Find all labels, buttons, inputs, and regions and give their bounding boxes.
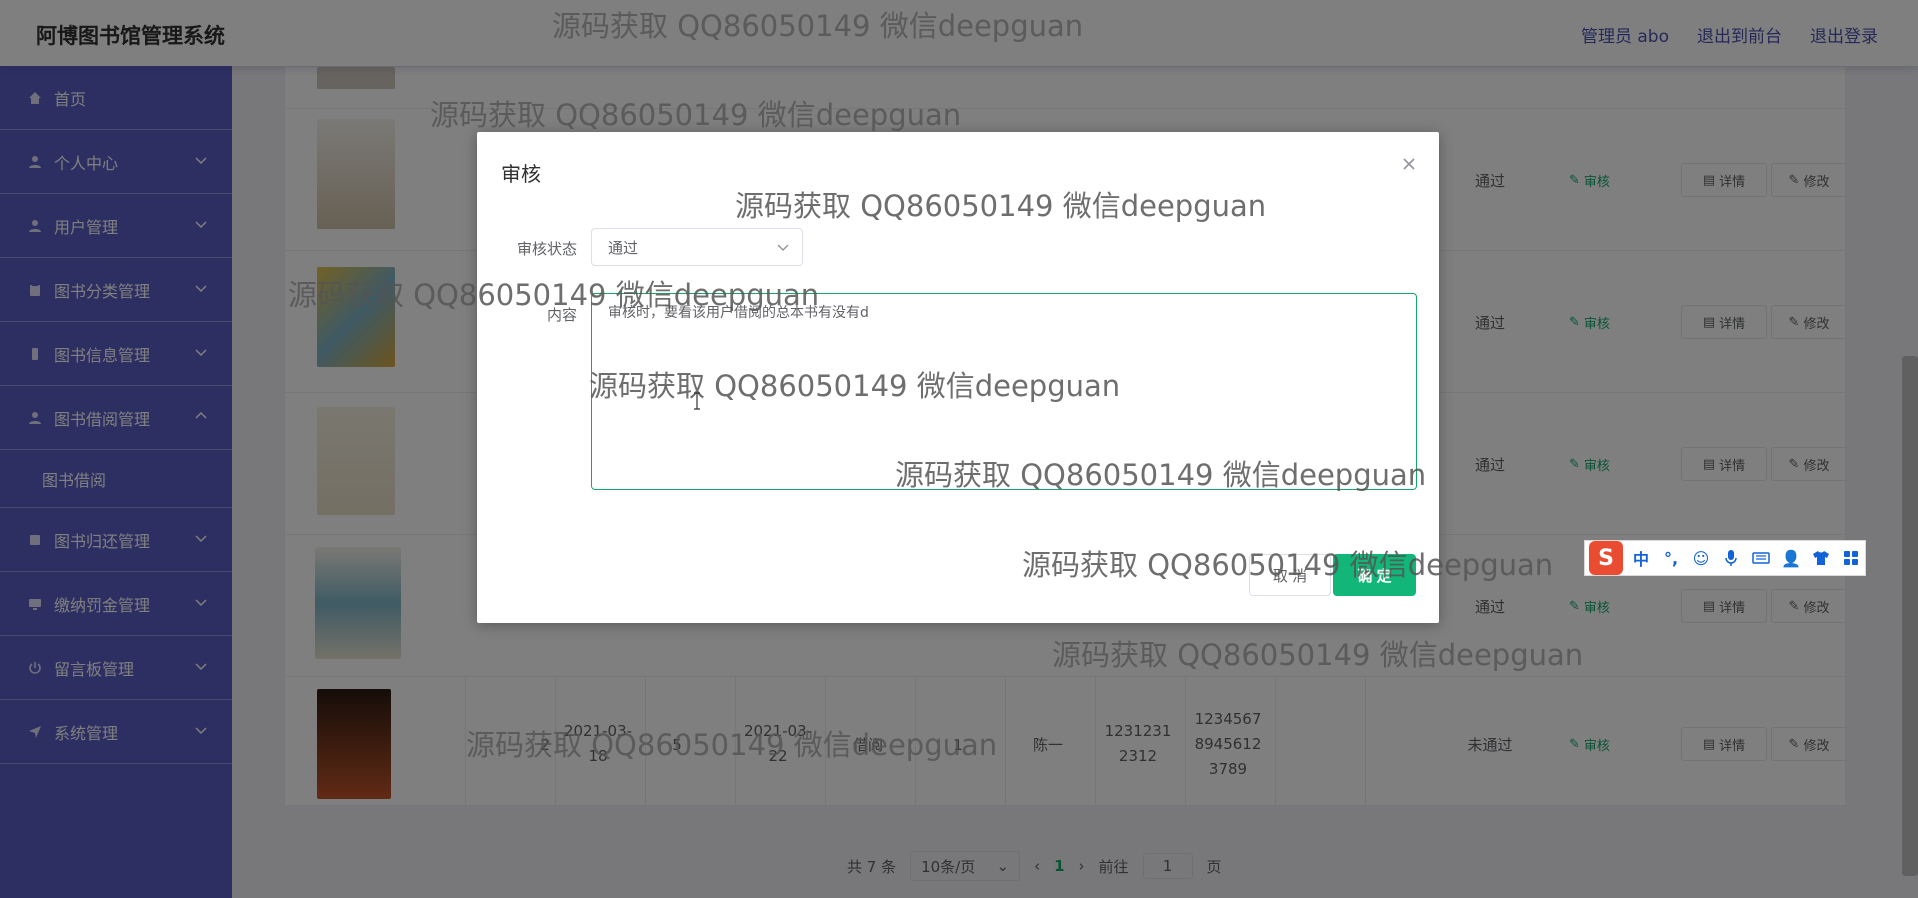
mic-icon[interactable] <box>1719 546 1743 570</box>
content-label: 内容 <box>546 306 577 324</box>
confirm-button[interactable]: 确 定 <box>1333 554 1416 596</box>
person-icon[interactable]: 👤 <box>1779 546 1803 570</box>
grid-icon[interactable] <box>1839 546 1863 570</box>
ime-logo[interactable]: S <box>1589 541 1623 575</box>
status-select[interactable]: 通过 <box>591 228 803 266</box>
status-label: 审核状态 <box>516 240 577 258</box>
text-cursor-icon <box>694 392 700 410</box>
content-textarea[interactable] <box>591 293 1417 490</box>
ime-mode[interactable]: 中 <box>1629 546 1653 570</box>
emoji-icon[interactable]: ☺ <box>1689 546 1713 570</box>
close-icon[interactable] <box>1399 154 1419 174</box>
dialog-title: 审核 <box>501 162 541 186</box>
cancel-button[interactable]: 取 消 <box>1249 554 1331 596</box>
keyboard-icon[interactable] <box>1749 546 1773 570</box>
review-dialog: 审核 审核状态 通过 内容 取 消 确 定 <box>477 132 1439 623</box>
shirt-icon[interactable] <box>1809 546 1833 570</box>
ime-punctuation[interactable]: °, <box>1659 546 1683 570</box>
status-value: 通过 <box>608 238 639 257</box>
chevron-down-icon <box>777 244 789 251</box>
ime-toolbar: S 中 °, ☺ 👤 <box>1584 540 1866 576</box>
